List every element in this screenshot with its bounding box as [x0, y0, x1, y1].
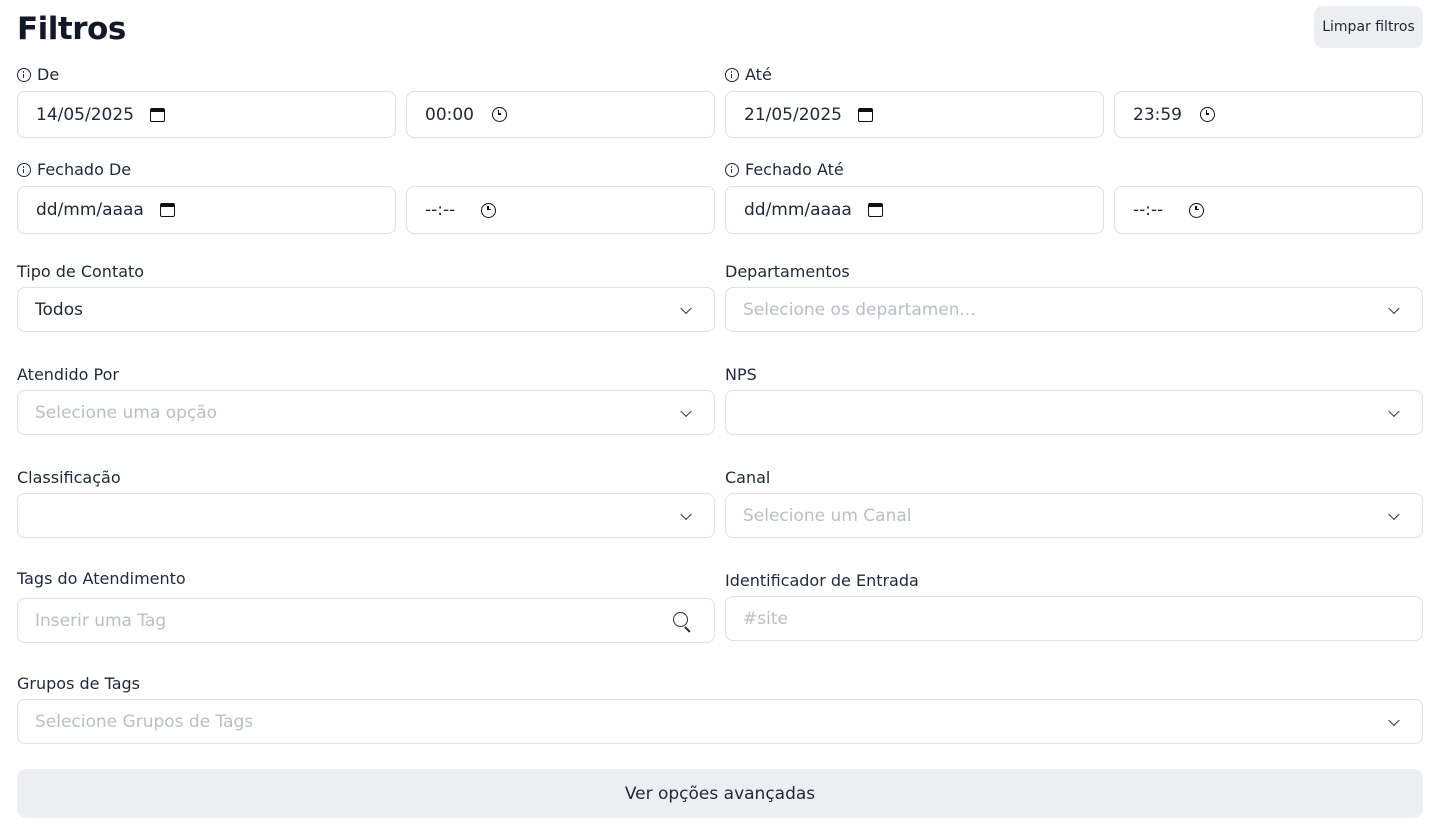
calendar-icon[interactable]: [159, 203, 175, 217]
classificacao-select[interactable]: [17, 493, 715, 538]
atendido-por-label: Atendido Por: [17, 365, 119, 384]
canal-label: Canal: [725, 468, 771, 487]
ate-time-value: 23:59: [1133, 104, 1182, 125]
de-date-value: 14/05/2025: [36, 104, 134, 125]
ate-label-text: Até: [745, 65, 772, 84]
clock-icon[interactable]: [492, 107, 507, 122]
grupos-tags-placeholder: Selecione Grupos de Tags: [35, 711, 254, 732]
de-time-value: 00:00: [425, 104, 474, 125]
search-icon[interactable]: [672, 611, 692, 631]
de-time-input[interactable]: 00:00: [406, 91, 715, 138]
de-label: De: [17, 65, 59, 85]
clock-icon[interactable]: [481, 202, 497, 218]
chevron-down-icon: [1388, 405, 1400, 417]
identificador-input[interactable]: #site: [725, 596, 1423, 641]
tipo-contato-select[interactable]: Todos: [17, 287, 715, 332]
info-icon: [17, 68, 31, 82]
chevron-down-icon: [1388, 714, 1400, 726]
canal-placeholder: Selecione um Canal: [743, 505, 912, 526]
page-title: Filtros: [17, 11, 126, 47]
fechado-de-time-placeholder: --:--: [425, 200, 456, 220]
tipo-contato-label: Tipo de Contato: [17, 262, 145, 281]
tags-label: Tags do Atendimento: [17, 569, 186, 588]
atendido-por-select[interactable]: Selecione uma opção: [17, 390, 715, 435]
chevron-down-icon: [680, 302, 692, 314]
fechado-ate-label: Fechado Até: [725, 160, 844, 180]
departamentos-select[interactable]: Selecione os departamen...: [725, 287, 1423, 332]
fechado-ate-time-placeholder: --:--: [1133, 200, 1164, 220]
nps-label: NPS: [725, 365, 757, 384]
grupos-tags-select[interactable]: Selecione Grupos de Tags: [17, 699, 1423, 744]
calendar-icon[interactable]: [857, 107, 873, 122]
tags-input[interactable]: Inserir uma Tag: [17, 598, 715, 643]
ate-date-value: 21/05/2025: [744, 104, 842, 125]
clock-icon[interactable]: [1189, 202, 1205, 218]
chevron-down-icon: [1388, 302, 1400, 314]
info-icon: [725, 163, 739, 177]
fechado-de-date-input[interactable]: dd/mm/aaaa: [17, 186, 396, 234]
calendar-icon[interactable]: [149, 107, 165, 122]
nps-select[interactable]: [725, 390, 1423, 435]
chevron-down-icon: [680, 508, 692, 520]
clear-filters-button[interactable]: Limpar filtros: [1314, 6, 1423, 48]
clock-icon[interactable]: [1200, 107, 1215, 122]
fechado-ate-label-text: Fechado Até: [745, 160, 844, 179]
ate-time-input[interactable]: 23:59: [1114, 91, 1423, 138]
chevron-down-icon: [680, 405, 692, 417]
fechado-ate-date-input[interactable]: dd/mm/aaaa: [725, 186, 1104, 234]
fechado-de-time-input[interactable]: --:--: [406, 186, 715, 234]
fechado-ate-time-input[interactable]: --:--: [1114, 186, 1423, 234]
de-date-input[interactable]: 14/05/2025: [17, 91, 396, 138]
identificador-placeholder: #site: [743, 608, 788, 629]
fechado-de-date-placeholder: dd/mm/aaaa: [36, 200, 144, 220]
ate-label: Até: [725, 65, 772, 85]
fechado-de-label-text: Fechado De: [37, 160, 132, 179]
tipo-contato-value: Todos: [35, 299, 83, 320]
canal-select[interactable]: Selecione um Canal: [725, 493, 1423, 538]
departamentos-label: Departamentos: [725, 262, 850, 281]
grupos-tags-label: Grupos de Tags: [17, 674, 140, 693]
ate-date-input[interactable]: 21/05/2025: [725, 91, 1104, 138]
info-icon: [17, 163, 31, 177]
departamentos-placeholder: Selecione os departamen...: [743, 299, 976, 320]
tags-placeholder: Inserir uma Tag: [35, 610, 167, 631]
calendar-icon[interactable]: [867, 203, 883, 217]
fechado-de-label: Fechado De: [17, 160, 131, 180]
advanced-options-button[interactable]: Ver opções avançadas: [17, 769, 1423, 818]
de-label-text: De: [37, 65, 60, 84]
fechado-ate-date-placeholder: dd/mm/aaaa: [744, 200, 852, 220]
classificacao-label: Classificação: [17, 468, 121, 487]
identificador-label: Identificador de Entrada: [725, 571, 919, 590]
atendido-por-placeholder: Selecione uma opção: [35, 402, 218, 423]
info-icon: [725, 68, 739, 82]
chevron-down-icon: [1388, 508, 1400, 520]
